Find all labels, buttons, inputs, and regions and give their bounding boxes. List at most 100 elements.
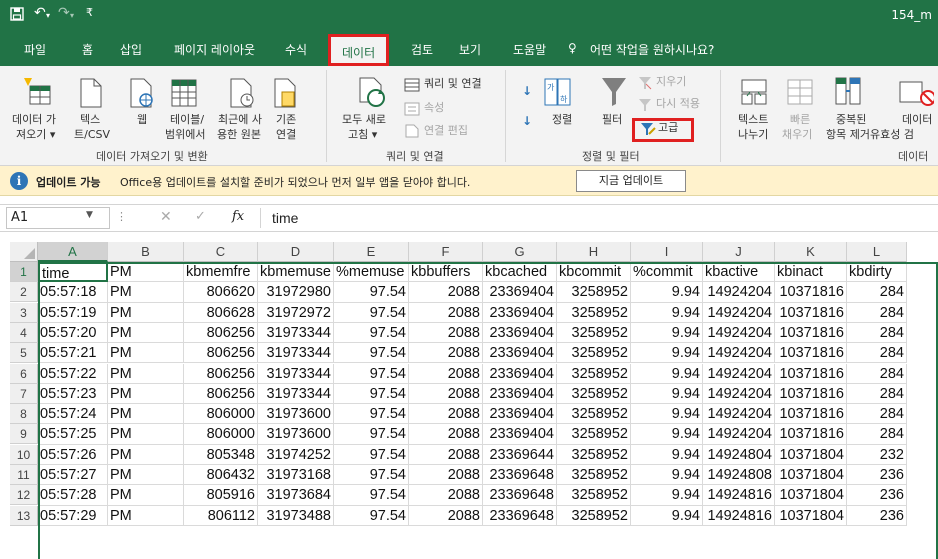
table-cell[interactable]: 2088 bbox=[409, 302, 483, 323]
table-cell[interactable]: 14924204 bbox=[703, 322, 775, 344]
header-cell[interactable]: kbdirty bbox=[847, 262, 907, 283]
table-cell[interactable]: 2088 bbox=[409, 343, 483, 364]
table-cell[interactable]: 806000 bbox=[184, 404, 258, 425]
table-cell[interactable]: 3258952 bbox=[557, 444, 631, 465]
column-header-l[interactable]: L bbox=[847, 242, 907, 262]
table-cell[interactable]: 284 bbox=[847, 322, 907, 344]
table-cell[interactable]: 2088 bbox=[409, 424, 483, 445]
table-cell[interactable]: 3258952 bbox=[557, 282, 631, 303]
table-cell[interactable]: 31973600 bbox=[258, 424, 334, 445]
table-cell[interactable]: 3258952 bbox=[557, 424, 631, 445]
row-header[interactable]: 5 bbox=[10, 343, 38, 364]
insert-function-icon[interactable]: fx bbox=[232, 209, 244, 224]
table-cell[interactable]: 10371816 bbox=[775, 404, 847, 425]
row-header[interactable]: 4 bbox=[10, 322, 38, 343]
row-header[interactable]: 1 bbox=[10, 262, 38, 282]
table-cell[interactable]: 31973488 bbox=[258, 505, 334, 526]
table-cell[interactable]: 236 bbox=[847, 465, 907, 486]
table-cell[interactable]: 10371816 bbox=[775, 343, 847, 364]
table-cell[interactable]: 97.54 bbox=[334, 465, 409, 486]
table-cell[interactable]: 97.54 bbox=[334, 343, 409, 364]
table-cell[interactable]: 97.54 bbox=[334, 322, 409, 344]
table-cell[interactable]: 3258952 bbox=[557, 302, 631, 323]
table-cell[interactable]: 23369404 bbox=[483, 363, 557, 384]
enter-icon[interactable]: ✓ bbox=[195, 209, 206, 224]
table-cell[interactable]: 31974252 bbox=[258, 444, 334, 465]
table-cell[interactable]: 97.54 bbox=[334, 282, 409, 303]
table-cell[interactable]: 31973344 bbox=[258, 363, 334, 384]
table-cell[interactable]: 2088 bbox=[409, 322, 483, 344]
column-header-e[interactable]: E bbox=[334, 242, 409, 262]
header-cell[interactable]: kbcommit bbox=[557, 262, 631, 283]
table-cell[interactable]: 10371804 bbox=[775, 485, 847, 506]
column-header-i[interactable]: I bbox=[631, 242, 703, 262]
column-header-f[interactable]: F bbox=[409, 242, 483, 262]
table-cell[interactable]: 14924816 bbox=[703, 505, 775, 526]
table-cell[interactable]: PM bbox=[108, 465, 184, 486]
header-cell[interactable]: %memuse bbox=[334, 262, 409, 283]
table-cell[interactable]: 31973600 bbox=[258, 404, 334, 425]
table-cell[interactable]: PM bbox=[108, 363, 184, 384]
table-cell[interactable]: 10371816 bbox=[775, 322, 847, 344]
row-header[interactable]: 12 bbox=[10, 485, 38, 506]
table-cell[interactable]: 284 bbox=[847, 363, 907, 384]
table-cell[interactable]: 23369648 bbox=[483, 485, 557, 506]
table-cell[interactable]: 236 bbox=[847, 505, 907, 526]
table-cell[interactable]: 9.94 bbox=[631, 363, 703, 384]
lightbulb-icon[interactable]: ♀ bbox=[568, 41, 577, 55]
table-cell[interactable]: 31973168 bbox=[258, 465, 334, 486]
table-cell[interactable]: 05:57:25 bbox=[38, 424, 108, 445]
table-cell[interactable]: PM bbox=[108, 485, 184, 506]
row-header[interactable]: 10 bbox=[10, 444, 38, 465]
table-cell[interactable]: 9.94 bbox=[631, 404, 703, 425]
table-cell[interactable]: 3258952 bbox=[557, 404, 631, 425]
table-cell[interactable]: 284 bbox=[847, 404, 907, 425]
row-header[interactable]: 9 bbox=[10, 424, 38, 445]
table-cell[interactable]: PM bbox=[108, 505, 184, 526]
tab-page-layout[interactable]: 페이지 레이아웃 bbox=[174, 41, 255, 58]
header-cell[interactable]: kbmemfre bbox=[184, 262, 258, 283]
column-header-h[interactable]: H bbox=[557, 242, 631, 262]
table-cell[interactable]: 10371804 bbox=[775, 505, 847, 526]
table-cell[interactable]: 805348 bbox=[184, 444, 258, 465]
table-cell[interactable]: 97.54 bbox=[334, 505, 409, 526]
tab-help[interactable]: 도움말 bbox=[513, 41, 546, 58]
column-header-d[interactable]: D bbox=[258, 242, 334, 262]
table-cell[interactable]: 284 bbox=[847, 282, 907, 303]
table-cell[interactable]: 05:57:26 bbox=[38, 444, 108, 465]
table-cell[interactable]: 97.54 bbox=[334, 363, 409, 384]
column-header-a[interactable]: A bbox=[38, 242, 108, 262]
table-cell[interactable]: 2088 bbox=[409, 485, 483, 506]
table-cell[interactable]: 2088 bbox=[409, 444, 483, 465]
header-cell[interactable]: kbactive bbox=[703, 262, 775, 283]
table-cell[interactable]: PM bbox=[108, 322, 184, 344]
table-cell[interactable]: 05:57:21 bbox=[38, 343, 108, 364]
table-cell[interactable]: PM bbox=[108, 424, 184, 445]
table-cell[interactable]: 31972972 bbox=[258, 302, 334, 323]
table-cell[interactable]: 10371804 bbox=[775, 444, 847, 465]
table-cell[interactable]: 97.54 bbox=[334, 485, 409, 506]
tell-me-search[interactable]: 어떤 작업을 원하시나요? bbox=[590, 41, 714, 58]
row-header[interactable]: 8 bbox=[10, 404, 38, 425]
cancel-icon[interactable]: ✕ bbox=[160, 209, 172, 225]
table-cell[interactable]: 806256 bbox=[184, 383, 258, 405]
undo-icon[interactable]: ↶ bbox=[34, 5, 46, 21]
table-cell[interactable]: 805916 bbox=[184, 485, 258, 506]
table-cell[interactable]: 05:57:29 bbox=[38, 505, 108, 526]
table-cell[interactable]: 23369404 bbox=[483, 302, 557, 323]
table-cell[interactable]: 23369404 bbox=[483, 322, 557, 344]
tab-insert[interactable]: 삽입 bbox=[120, 41, 142, 58]
table-cell[interactable]: 97.54 bbox=[334, 424, 409, 445]
table-cell[interactable]: 10371804 bbox=[775, 465, 847, 486]
table-cell[interactable]: 14924808 bbox=[703, 465, 775, 486]
select-all-button[interactable] bbox=[10, 242, 38, 262]
header-cell[interactable]: PM bbox=[108, 262, 184, 283]
table-cell[interactable]: 284 bbox=[847, 343, 907, 364]
table-cell[interactable]: 284 bbox=[847, 424, 907, 445]
table-cell[interactable]: 9.94 bbox=[631, 302, 703, 323]
table-cell[interactable]: PM bbox=[108, 444, 184, 465]
header-cell[interactable]: kbmemuse bbox=[258, 262, 334, 283]
row-header[interactable]: 2 bbox=[10, 282, 38, 303]
table-cell[interactable]: 806256 bbox=[184, 363, 258, 384]
spreadsheet-grid[interactable]: ABCDEFGHIJKL 1 time PM kbmemfre kbmemuse %mem… bbox=[10, 242, 938, 559]
